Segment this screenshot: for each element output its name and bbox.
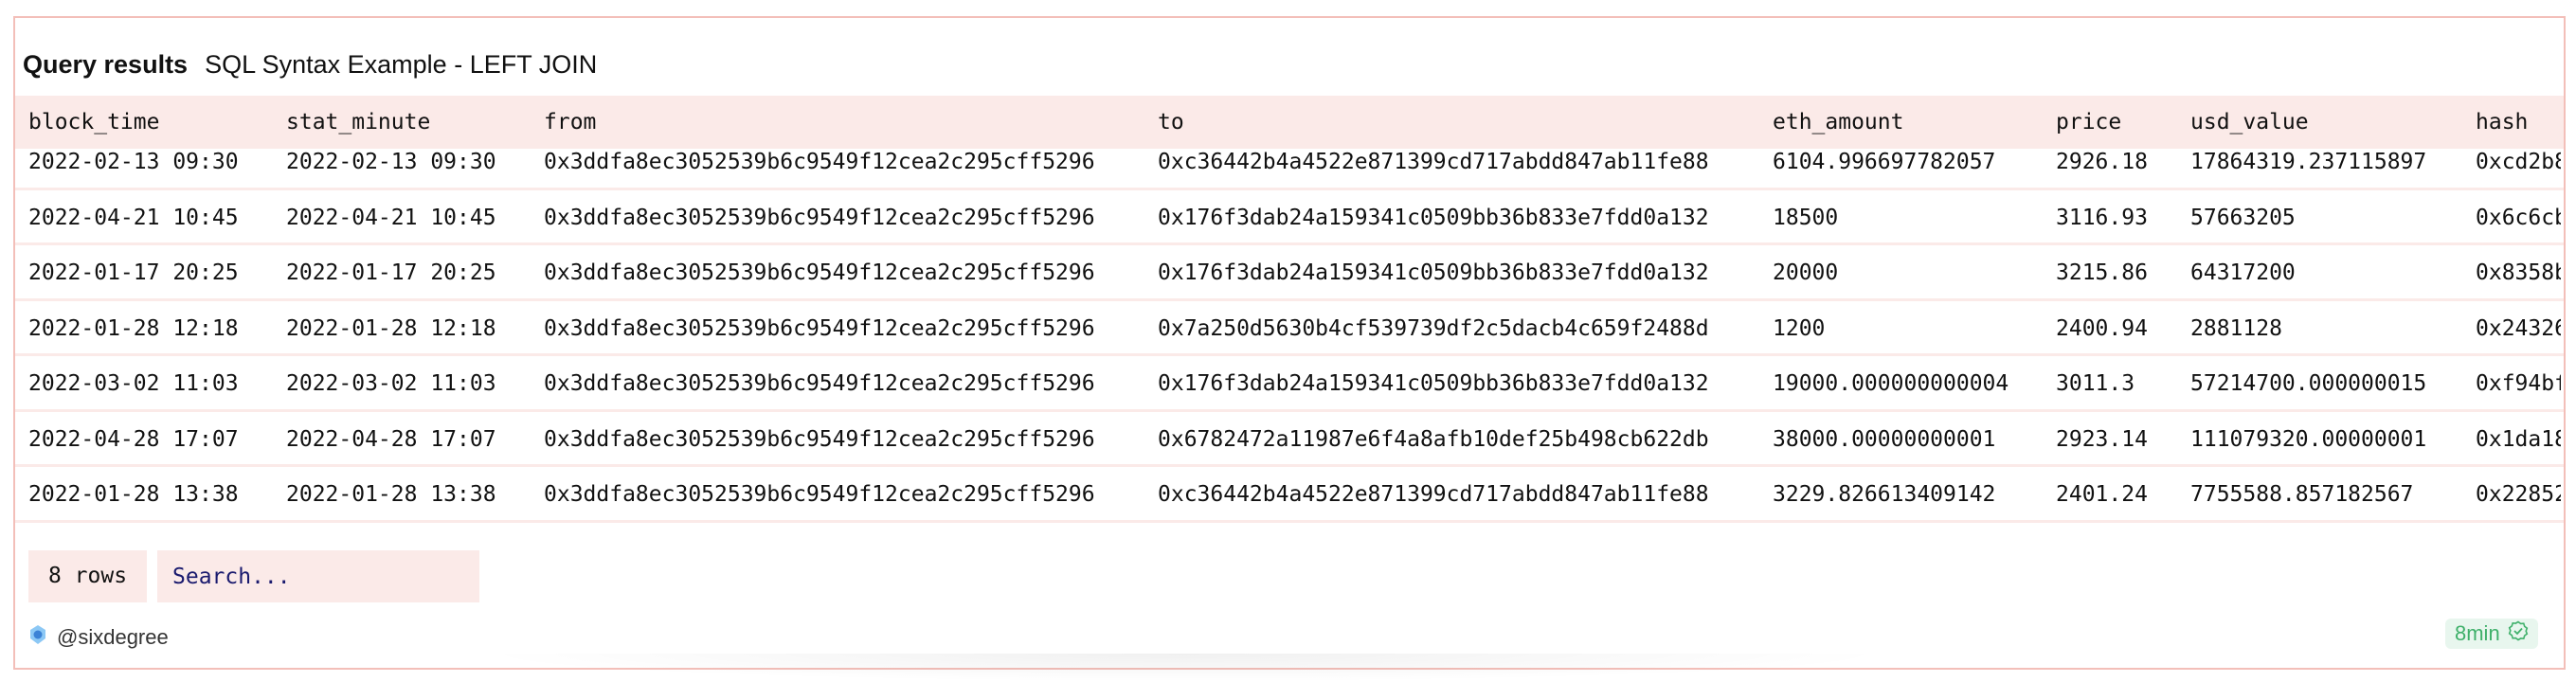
table-row[interactable]: 2022-01-28 13:38 2022-01-28 13:38 0x3ddfa8… xyxy=(15,467,2564,523)
cell-price: 2926.18 xyxy=(2056,150,2148,174)
cell-from: 0x3ddfa8ec3052539b6c9549f12cea2c295cff52… xyxy=(544,150,1095,174)
cell-block-time: 2022-02-13 09:30 xyxy=(28,150,239,174)
cell-price: 2401.24 xyxy=(2056,482,2148,507)
cell-stat-minute: 2022-03-02 11:03 xyxy=(286,371,496,396)
cell-price: 2923.14 xyxy=(2056,426,2148,452)
cell-from: 0x3ddfa8ec3052539b6c9549f12cea2c295cff52… xyxy=(544,315,1095,341)
cell-block-time: 2022-03-02 11:03 xyxy=(28,371,239,396)
cell-hash: 0xcd2b8 xyxy=(2476,152,2561,173)
cell-hash: 0x6c6cb xyxy=(2476,206,2561,229)
table-header: block_time stat_minute from to eth_amount pri… xyxy=(15,96,2564,149)
cell-hash: 0x8358b xyxy=(2476,262,2561,284)
cell-stat-minute: 2022-02-13 09:30 xyxy=(286,150,496,174)
cell-block-time: 2022-01-17 20:25 xyxy=(28,260,239,285)
cell-hash: 0x24326 xyxy=(2476,317,2561,340)
cell-stat-minute: 2022-04-21 10:45 xyxy=(286,205,496,230)
query-name[interactable]: SQL Syntax Example - LEFT JOIN xyxy=(205,50,597,79)
cell-block-time: 2022-01-28 13:38 xyxy=(28,482,239,507)
cell-hash: 0x1da18 xyxy=(2476,428,2561,451)
author-avatar-icon xyxy=(28,624,47,651)
cell-price: 3215.86 xyxy=(2056,260,2148,285)
cell-eth-amount: 3229.826613409142 xyxy=(1773,482,1996,507)
author-link[interactable]: @sixdegree xyxy=(28,624,169,651)
title-label: Query results xyxy=(23,50,189,79)
freshness-badge: 8min xyxy=(2445,619,2538,649)
cell-eth-amount: 19000.000000000004 xyxy=(1773,371,2009,396)
cell-eth-amount: 18500 xyxy=(1773,205,1839,230)
cell-to: 0x176f3dab24a159341c0509bb36b833e7fdd0a1… xyxy=(1158,260,1709,285)
column-header-hash[interactable]: hash xyxy=(2476,112,2528,134)
search-input[interactable] xyxy=(157,550,479,602)
table-row[interactable]: 2022-02-13 09:30 2022-02-13 09:30 0x3ddfa8… xyxy=(15,149,2564,190)
table-row[interactable]: 2022-01-28 12:18 2022-01-28 12:18 0x3ddfa8… xyxy=(15,301,2564,356)
cell-block-time: 2022-01-28 12:18 xyxy=(28,315,239,341)
column-header-price[interactable]: price xyxy=(2056,112,2121,134)
column-header-block-time[interactable]: block_time xyxy=(28,112,159,134)
cell-block-time: 2022-04-21 10:45 xyxy=(28,205,239,230)
cell-from: 0x3ddfa8ec3052539b6c9549f12cea2c295cff52… xyxy=(544,205,1095,230)
cell-hash: 0x22852 xyxy=(2476,484,2561,506)
cell-stat-minute: 2022-01-17 20:25 xyxy=(286,260,496,285)
cell-stat-minute: 2022-01-28 13:38 xyxy=(286,482,496,507)
column-header-usd-value[interactable]: usd_value xyxy=(2190,112,2309,134)
verified-check-icon xyxy=(2508,620,2529,647)
cell-eth-amount: 20000 xyxy=(1773,260,1839,285)
cell-price: 2400.94 xyxy=(2056,315,2148,341)
cell-from: 0x3ddfa8ec3052539b6c9549f12cea2c295cff52… xyxy=(544,426,1095,452)
author-name: @sixdegree xyxy=(57,625,169,649)
panel-title: Query results SQL Syntax Example - LEFT J… xyxy=(23,52,597,78)
cell-usd-value: 57214700.000000015 xyxy=(2190,371,2427,396)
column-header-to[interactable]: to xyxy=(1158,112,1184,134)
column-header-eth-amount[interactable]: eth_amount xyxy=(1773,112,1903,134)
cell-price: 3011.3 xyxy=(2056,371,2135,396)
cell-usd-value: 57663205 xyxy=(2190,205,2296,230)
cell-to: 0x6782472a11987e6f4a8afb10def25b498cb622… xyxy=(1158,426,1709,452)
cell-from: 0x3ddfa8ec3052539b6c9549f12cea2c295cff52… xyxy=(544,482,1095,507)
table-row[interactable]: 2022-04-28 17:07 2022-04-28 17:07 0x3ddfa8… xyxy=(15,412,2564,467)
cell-block-time: 2022-04-28 17:07 xyxy=(28,426,239,452)
cell-usd-value: 64317200 xyxy=(2190,260,2296,285)
cell-to: 0x176f3dab24a159341c0509bb36b833e7fdd0a1… xyxy=(1158,371,1709,396)
cell-usd-value: 17864319.237115897 xyxy=(2190,150,2427,174)
cell-stat-minute: 2022-01-28 12:18 xyxy=(286,315,496,341)
cell-usd-value: 111079320.00000001 xyxy=(2190,426,2427,452)
cell-hash: 0xf94bf xyxy=(2476,373,2561,395)
cell-to: 0x176f3dab24a159341c0509bb36b833e7fdd0a1… xyxy=(1158,205,1709,230)
cell-eth-amount: 6104.996697782057 xyxy=(1773,150,1996,174)
table-body[interactable]: 2022-02-13 09:30 2022-02-13 09:30 0x3ddfa8… xyxy=(15,149,2564,528)
cell-eth-amount: 38000.00000000001 xyxy=(1773,426,1996,452)
table-row[interactable]: 2022-04-21 10:45 2022-04-21 10:45 0x3ddfa8… xyxy=(15,190,2564,245)
cell-from: 0x3ddfa8ec3052539b6c9549f12cea2c295cff52… xyxy=(544,371,1095,396)
row-count: 8 rows xyxy=(28,550,147,602)
cell-price: 3116.93 xyxy=(2056,205,2148,230)
cell-to: 0x7a250d5630b4cf539739df2c5dacb4c659f248… xyxy=(1158,315,1709,341)
table-row[interactable]: 2022-03-02 11:03 2022-03-02 11:03 0x3ddfa8… xyxy=(15,356,2564,412)
cell-usd-value: 2881128 xyxy=(2190,315,2282,341)
cell-usd-value: 7755588.857182567 xyxy=(2190,482,2414,507)
cell-from: 0x3ddfa8ec3052539b6c9549f12cea2c295cff52… xyxy=(544,260,1095,285)
cell-eth-amount: 1200 xyxy=(1773,315,1826,341)
cell-to: 0xc36442b4a4522e871399cd717abdd847ab11fe… xyxy=(1158,482,1709,507)
cell-to: 0xc36442b4a4522e871399cd717abdd847ab11fe… xyxy=(1158,150,1709,174)
column-header-stat-minute[interactable]: stat_minute xyxy=(286,112,430,134)
freshness-label: 8min xyxy=(2455,621,2500,645)
column-header-from[interactable]: from xyxy=(544,112,596,134)
query-results-panel: Query results SQL Syntax Example - LEFT J… xyxy=(13,16,2566,670)
cell-stat-minute: 2022-04-28 17:07 xyxy=(286,426,496,452)
shadow xyxy=(474,654,1895,682)
table-row[interactable]: 2022-01-17 20:25 2022-01-17 20:25 0x3ddfa8… xyxy=(15,245,2564,301)
